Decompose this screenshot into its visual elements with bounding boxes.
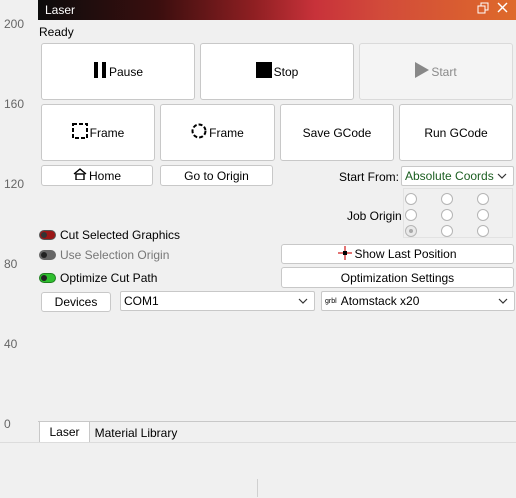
job-origin-grid bbox=[403, 188, 513, 238]
pause-icon bbox=[93, 62, 107, 81]
origin-bottom-left-radio[interactable] bbox=[405, 225, 417, 237]
vertical-ruler: 200 160 120 80 40 0 bbox=[0, 0, 38, 440]
origin-center-radio[interactable] bbox=[441, 209, 453, 221]
panel-title: Laser bbox=[45, 3, 76, 17]
frame-circle-label: Frame bbox=[209, 125, 244, 140]
ruler-tick: 160 bbox=[4, 97, 25, 111]
stop-label: Stop bbox=[273, 64, 299, 79]
origin-top-left-radio[interactable] bbox=[405, 193, 417, 205]
port-value: COM1 bbox=[124, 294, 159, 308]
home-label: Home bbox=[88, 168, 121, 183]
optimize-cut-path-label: Optimize Cut Path bbox=[60, 271, 158, 285]
port-select[interactable]: COM1 bbox=[120, 291, 315, 311]
close-icon[interactable] bbox=[495, 2, 509, 16]
start-from-value: Absolute Coords bbox=[405, 169, 494, 183]
optimization-settings-button[interactable]: Optimization Settings bbox=[281, 267, 514, 288]
show-last-position-button[interactable]: Show Last Position bbox=[281, 244, 514, 264]
bottom-status-area bbox=[0, 442, 516, 498]
crosshair-icon bbox=[338, 245, 353, 263]
chevron-down-icon bbox=[498, 295, 508, 305]
chevron-down-icon bbox=[497, 170, 507, 180]
origin-top-center-radio[interactable] bbox=[441, 193, 453, 205]
run-gcode-button[interactable]: Run GCode bbox=[399, 104, 513, 161]
go-to-origin-label: Go to Origin bbox=[184, 168, 249, 183]
stop-button[interactable]: Stop bbox=[200, 43, 354, 100]
tab-material-library[interactable]: Material Library bbox=[91, 422, 181, 443]
device-value: Atomstack x20 bbox=[340, 294, 420, 308]
start-label: Start bbox=[431, 64, 457, 79]
show-last-position-label: Show Last Position bbox=[354, 247, 457, 261]
origin-bottom-right-radio[interactable] bbox=[477, 225, 489, 237]
home-icon bbox=[73, 168, 87, 183]
devices-label: Devices bbox=[54, 295, 98, 309]
run-gcode-label: Run GCode bbox=[424, 125, 488, 140]
devices-button[interactable]: Devices bbox=[41, 292, 111, 312]
save-gcode-label: Save GCode bbox=[302, 125, 372, 140]
panel-tab-bar: Laser Material Library bbox=[38, 421, 516, 443]
start-from-select[interactable]: Absolute Coords bbox=[401, 166, 514, 186]
origin-bottom-center-radio[interactable] bbox=[441, 225, 453, 237]
pause-button[interactable]: Pause bbox=[41, 43, 195, 100]
play-icon bbox=[415, 62, 430, 81]
tab-laser-label: Laser bbox=[49, 425, 80, 439]
chevron-down-icon bbox=[298, 295, 308, 305]
optimization-settings-label: Optimization Settings bbox=[340, 270, 455, 285]
cut-selected-toggle[interactable] bbox=[39, 230, 56, 240]
origin-middle-right-radio[interactable] bbox=[477, 209, 489, 221]
laser-panel: Laser Ready Pause Stop Start Frame Frame… bbox=[38, 0, 516, 443]
ruler-tick: 40 bbox=[4, 337, 18, 351]
tab-material-library-label: Material Library bbox=[94, 425, 178, 440]
origin-top-right-radio[interactable] bbox=[477, 193, 489, 205]
cut-selected-label: Cut Selected Graphics bbox=[60, 228, 181, 242]
start-from-label: Start From: bbox=[339, 170, 400, 184]
ruler-tick: 200 bbox=[4, 17, 25, 31]
frame-circle-icon bbox=[191, 123, 207, 142]
optimize-cut-path-toggle[interactable] bbox=[39, 273, 56, 283]
ruler-tick: 80 bbox=[4, 257, 18, 271]
save-gcode-button[interactable]: Save GCode bbox=[280, 104, 394, 161]
use-selection-origin-toggle[interactable] bbox=[39, 250, 56, 260]
go-to-origin-button[interactable]: Go to Origin bbox=[160, 165, 273, 186]
frame-rect-label: Frame bbox=[89, 125, 125, 140]
frame-rect-icon bbox=[71, 123, 88, 142]
start-button[interactable]: Start bbox=[359, 43, 513, 100]
status-divider bbox=[257, 479, 258, 497]
job-origin-label: Job Origin bbox=[347, 209, 402, 223]
ruler-tick: 120 bbox=[4, 177, 25, 191]
panel-titlebar: Laser bbox=[38, 0, 516, 20]
stop-icon bbox=[255, 62, 272, 81]
pause-label: Pause bbox=[108, 64, 144, 79]
grbl-icon: grbl bbox=[325, 297, 337, 305]
home-button[interactable]: Home bbox=[41, 165, 153, 186]
frame-rect-button[interactable]: Frame bbox=[41, 104, 155, 161]
ruler-tick: 0 bbox=[4, 417, 11, 431]
tab-laser[interactable]: Laser bbox=[39, 422, 90, 443]
restore-icon[interactable] bbox=[476, 2, 490, 16]
use-selection-origin-label: Use Selection Origin bbox=[60, 248, 170, 262]
origin-middle-left-radio[interactable] bbox=[405, 209, 417, 221]
frame-circle-button[interactable]: Frame bbox=[160, 104, 275, 161]
device-select[interactable]: grbl Atomstack x20 bbox=[321, 291, 515, 311]
status-text: Ready bbox=[39, 25, 74, 39]
